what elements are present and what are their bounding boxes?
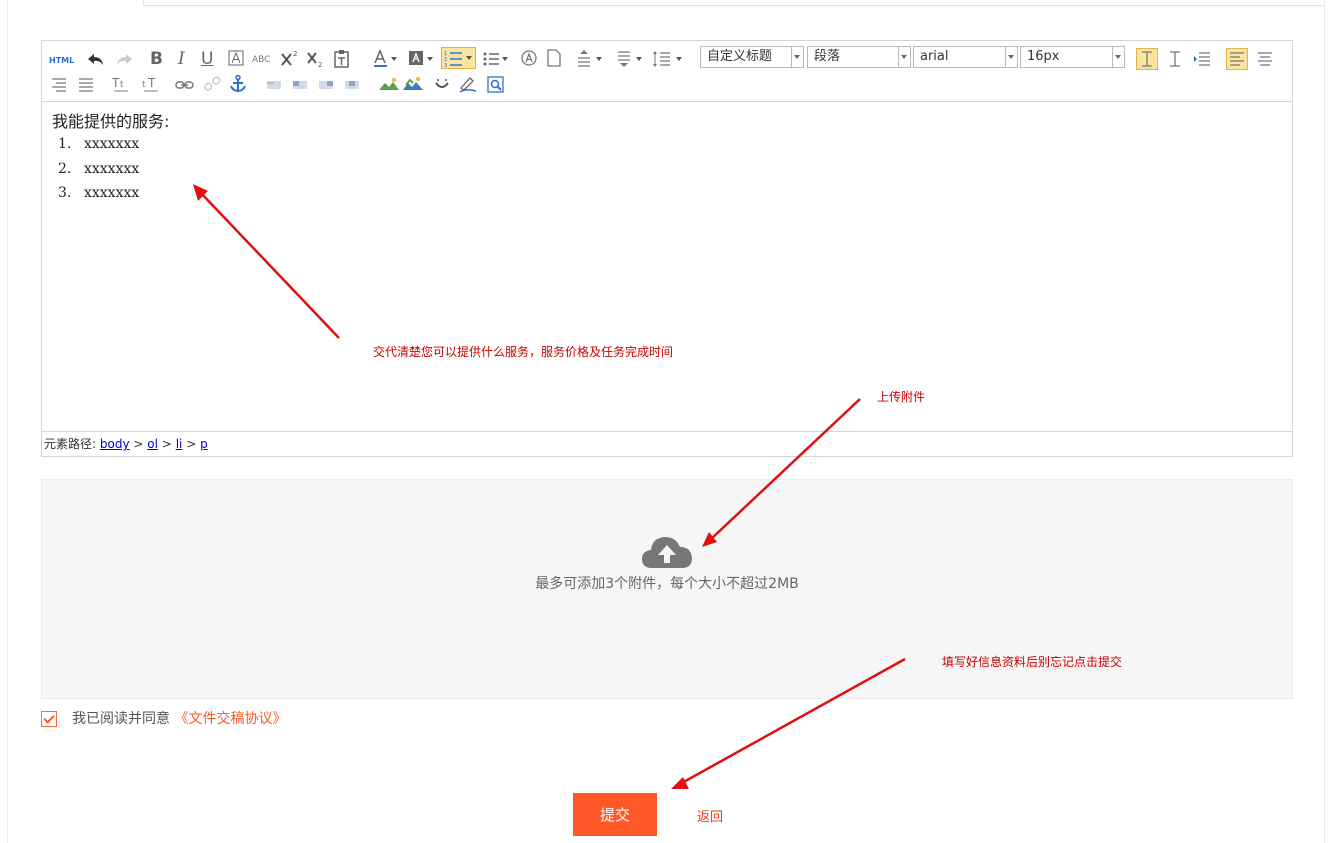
svg-text:2: 2 xyxy=(293,50,297,58)
redo-icon[interactable] xyxy=(114,50,134,68)
list-number: 2. xyxy=(58,160,72,177)
chevron-down-icon xyxy=(898,47,910,67)
align-left-icon[interactable] xyxy=(1226,48,1248,70)
to-lowercase-icon[interactable]: tT xyxy=(140,74,162,92)
service-list: 1. xxxxxxx 2. xxxxxxx 3. xxxxxxx xyxy=(52,132,139,206)
strikethrough-button[interactable]: ABC xyxy=(252,51,270,69)
path-link-ol[interactable]: ol xyxy=(147,437,158,451)
image-right-icon[interactable] xyxy=(316,75,336,93)
link-icon[interactable] xyxy=(174,75,196,93)
list-text: xxxxxxx xyxy=(84,136,140,152)
row-spacing-top-icon[interactable] xyxy=(576,49,606,67)
paragraph-select[interactable]: 段落 xyxy=(807,46,911,68)
font-color-icon[interactable] xyxy=(372,49,400,67)
scrawl-icon[interactable] xyxy=(458,74,478,93)
path-link-body[interactable]: body xyxy=(100,437,130,451)
upload-annotation: 上传附件 xyxy=(877,390,926,404)
list-number: 3. xyxy=(58,185,72,201)
agreement-link[interactable]: 《文件交稿协议》 xyxy=(174,711,286,727)
font-border-icon[interactable] xyxy=(228,50,244,68)
superscript-icon[interactable]: 2 xyxy=(280,48,302,66)
path-link-p[interactable]: p xyxy=(200,437,208,451)
align-justify-icon[interactable] xyxy=(76,75,96,93)
image-center-icon[interactable] xyxy=(342,75,362,93)
path-separator: > xyxy=(186,437,197,451)
chevron-down-icon xyxy=(791,47,803,67)
svg-text:T: T xyxy=(147,76,156,90)
direction-ltr-icon[interactable] xyxy=(1136,48,1158,70)
submit-button[interactable]: 提交 xyxy=(573,793,657,836)
editor-toolbar: HTML B I U ABC 2 2 123 自定义标题 段落 arial 16… xyxy=(42,41,1292,102)
clear-format-icon[interactable] xyxy=(520,49,538,67)
list-item: 3. xxxxxxx xyxy=(52,181,139,206)
element-path-bar: 元素路径: body > ol > li > p xyxy=(42,431,1292,456)
indent-icon[interactable] xyxy=(1192,49,1212,67)
element-path-label: 元素路径: xyxy=(44,437,97,451)
emotion-icon[interactable] xyxy=(432,75,452,93)
insert-multi-image-icon[interactable] xyxy=(402,74,424,92)
path-link-li[interactable]: li xyxy=(176,437,183,451)
submit-annotation: 填写好信息资料后别忘记点击提交 xyxy=(942,655,1123,669)
anchor-icon[interactable] xyxy=(228,74,248,93)
path-separator: > xyxy=(161,437,172,451)
direction-rtl-icon[interactable] xyxy=(1165,49,1185,67)
chevron-down-icon xyxy=(1112,47,1124,67)
list-number: 1. xyxy=(58,136,72,152)
insert-image-icon[interactable] xyxy=(378,75,400,93)
top-strip xyxy=(143,0,1325,6)
preview-icon[interactable] xyxy=(486,75,506,93)
undo-icon[interactable] xyxy=(86,50,106,68)
unlink-icon[interactable] xyxy=(202,75,224,93)
new-document-icon[interactable] xyxy=(546,49,562,67)
path-separator: > xyxy=(133,437,144,451)
svg-text:T: T xyxy=(111,76,120,90)
image-left-icon[interactable] xyxy=(290,75,310,93)
font-size-select[interactable]: 16px xyxy=(1020,46,1125,68)
custom-title-select-value: 自定义标题 xyxy=(707,49,773,64)
svg-text:2: 2 xyxy=(318,61,322,69)
align-center-icon[interactable] xyxy=(1255,49,1275,67)
cloud-upload-icon xyxy=(642,537,692,568)
svg-text:3: 3 xyxy=(444,63,447,68)
agreement-text: 我已阅读并同意 xyxy=(72,711,170,727)
background-color-icon[interactable] xyxy=(408,49,436,67)
html-source-button[interactable]: HTML xyxy=(49,52,74,70)
unordered-list-icon[interactable] xyxy=(482,49,510,67)
font-family-select-value: arial xyxy=(920,49,949,64)
align-right-icon[interactable] xyxy=(49,75,69,93)
italic-button[interactable]: I xyxy=(178,50,185,68)
custom-title-select[interactable]: 自定义标题 xyxy=(700,46,804,68)
list-text: xxxxxxx xyxy=(84,185,140,201)
paragraph-select-value: 段落 xyxy=(814,49,841,64)
list-item: 2. xxxxxxx xyxy=(52,157,139,182)
agreement-label: 我已阅读并同意 《文件交稿协议》 xyxy=(72,710,286,728)
row-spacing-bottom-icon[interactable] xyxy=(616,49,646,67)
service-annotation: 交代清楚您可以提供什么服务，服务价格及任务完成时间 xyxy=(373,345,674,359)
upload-hint: 最多可添加3个附件，每个大小不超过2MB xyxy=(535,576,799,592)
paste-text-icon[interactable] xyxy=(332,49,352,68)
svg-text:t: t xyxy=(142,80,146,90)
bold-button[interactable]: B xyxy=(150,50,163,68)
agreement-checkbox[interactable] xyxy=(41,711,57,727)
subscript-icon[interactable]: 2 xyxy=(306,49,328,69)
service-heading: 我能提供的服务: xyxy=(52,112,170,131)
editor-content[interactable]: 我能提供的服务: 1. xxxxxxx 2. xxxxxxx 3. xxxxxxx xyxy=(42,102,1292,432)
list-text: xxxxxxx xyxy=(84,160,140,177)
font-size-select-value: 16px xyxy=(1027,49,1060,64)
chevron-down-icon xyxy=(1005,47,1017,67)
list-item: 1. xxxxxxx xyxy=(52,132,139,157)
image-none-icon[interactable] xyxy=(264,75,284,93)
line-height-icon[interactable] xyxy=(652,49,686,67)
svg-text:t: t xyxy=(120,80,124,90)
ordered-list-icon[interactable]: 123 xyxy=(441,47,476,69)
rich-text-editor: HTML B I U ABC 2 2 123 自定义标题 段落 arial 16… xyxy=(41,40,1293,457)
underline-button[interactable]: U xyxy=(201,50,213,68)
font-family-select[interactable]: arial xyxy=(913,46,1018,68)
back-link[interactable]: 返回 xyxy=(697,806,723,825)
to-uppercase-icon[interactable]: Tt xyxy=(110,74,132,92)
